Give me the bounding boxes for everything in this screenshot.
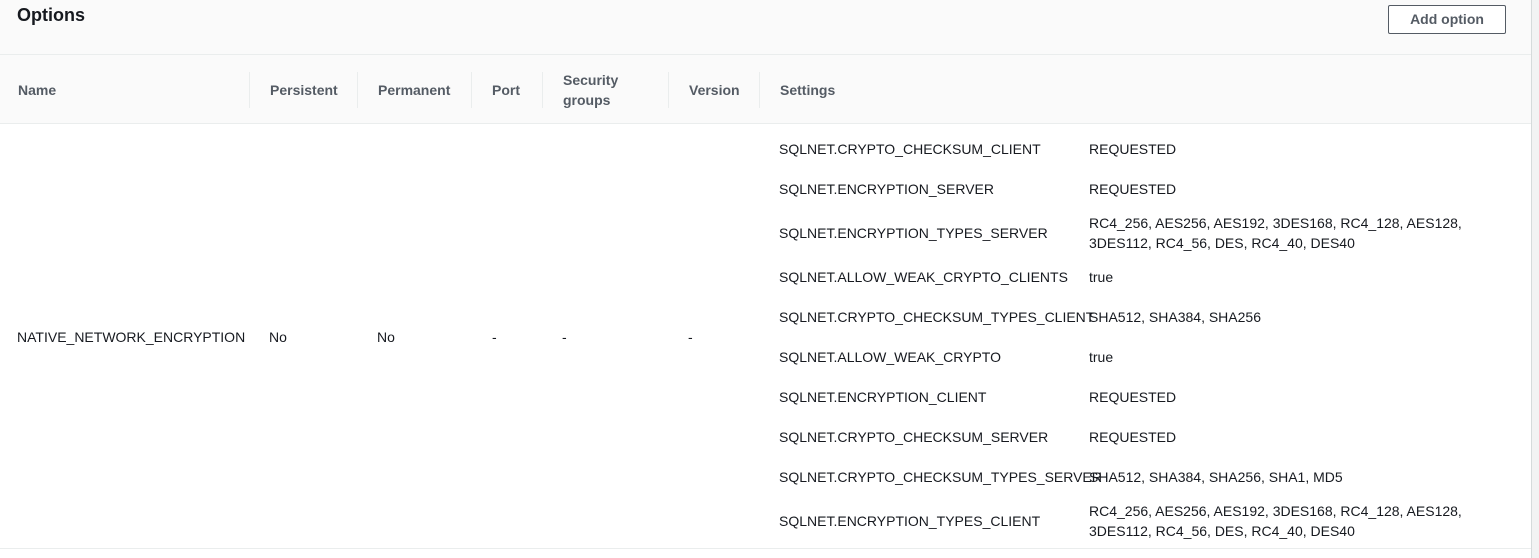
setting-value: true <box>1089 349 1114 365</box>
options-panel: Options Add option Name Persistent Perma… <box>0 0 1531 558</box>
setting-name: SQLNET.CRYPTO_CHECKSUM_CLIENT <box>779 141 1041 157</box>
scrollbar[interactable] <box>1531 0 1539 558</box>
column-divider <box>759 72 760 108</box>
port-cell: - <box>492 329 497 345</box>
column-header-port[interactable]: Port <box>492 55 520 124</box>
setting-name: SQLNET.CRYPTO_CHECKSUM_TYPES_CLIENT <box>779 309 1095 325</box>
setting-name: SQLNET.ENCRYPTION_TYPES_SERVER <box>779 225 1048 241</box>
setting-value: REQUESTED <box>1089 141 1177 157</box>
permanent-cell: No <box>377 329 395 345</box>
column-header-settings[interactable]: Settings <box>780 55 835 124</box>
setting-value: SHA512, SHA384, SHA256 <box>1089 309 1261 325</box>
column-divider <box>668 72 669 108</box>
setting-name: SQLNET.ENCRYPTION_CLIENT <box>779 389 987 405</box>
setting-value: REQUESTED <box>1089 181 1177 197</box>
column-divider <box>471 72 472 108</box>
setting-value: RC4_256, AES256, AES192, 3DES168, RC4_12… <box>1089 215 1462 251</box>
table-row: NATIVE_NETWORK_ENCRYPTION No No - - - SQ… <box>0 124 1531 549</box>
setting-value: true <box>1089 269 1114 285</box>
version-cell: - <box>688 329 693 345</box>
setting-name: SQLNET.CRYPTO_CHECKSUM_SERVER <box>779 429 1049 445</box>
setting-name: SQLNET.ENCRYPTION_SERVER <box>779 181 994 197</box>
column-header-security-groups-line1: Security <box>563 71 619 88</box>
option-name-cell: NATIVE_NETWORK_ENCRYPTION <box>17 329 246 345</box>
setting-value: REQUESTED <box>1089 389 1177 405</box>
column-divider <box>357 72 358 108</box>
security-groups-cell: - <box>562 329 567 345</box>
column-header-permanent[interactable]: Permanent <box>378 55 450 124</box>
panel-title: Options <box>17 5 85 25</box>
setting-value: RC4_256, AES256, AES192, 3DES168, RC4_12… <box>1089 503 1462 539</box>
setting-value: SHA512, SHA384, SHA256, SHA1, MD5 <box>1089 469 1343 485</box>
column-divider <box>542 72 543 108</box>
column-divider <box>249 72 250 108</box>
column-header-persistent[interactable]: Persistent <box>270 55 338 124</box>
setting-name: SQLNET.ALLOW_WEAK_CRYPTO_CLIENTS <box>779 269 1068 285</box>
setting-name: SQLNET.ALLOW_WEAK_CRYPTO <box>779 349 1001 365</box>
column-header-name[interactable]: Name <box>18 55 56 124</box>
add-option-button[interactable]: Add option <box>1388 5 1506 34</box>
column-header-security-groups-line2: groups <box>563 91 611 108</box>
setting-value: REQUESTED <box>1089 429 1177 445</box>
column-header-security-groups[interactable]: Security groups <box>563 55 618 124</box>
column-header-version[interactable]: Version <box>689 55 740 124</box>
setting-name: SQLNET.ENCRYPTION_TYPES_CLIENT <box>779 513 1041 529</box>
setting-name: SQLNET.CRYPTO_CHECKSUM_TYPES_SERVER <box>779 469 1102 485</box>
persistent-cell: No <box>269 329 287 345</box>
panel-header: Options Add option <box>0 0 1531 55</box>
table-header-row: Name Persistent Permanent Port Security … <box>0 55 1531 124</box>
